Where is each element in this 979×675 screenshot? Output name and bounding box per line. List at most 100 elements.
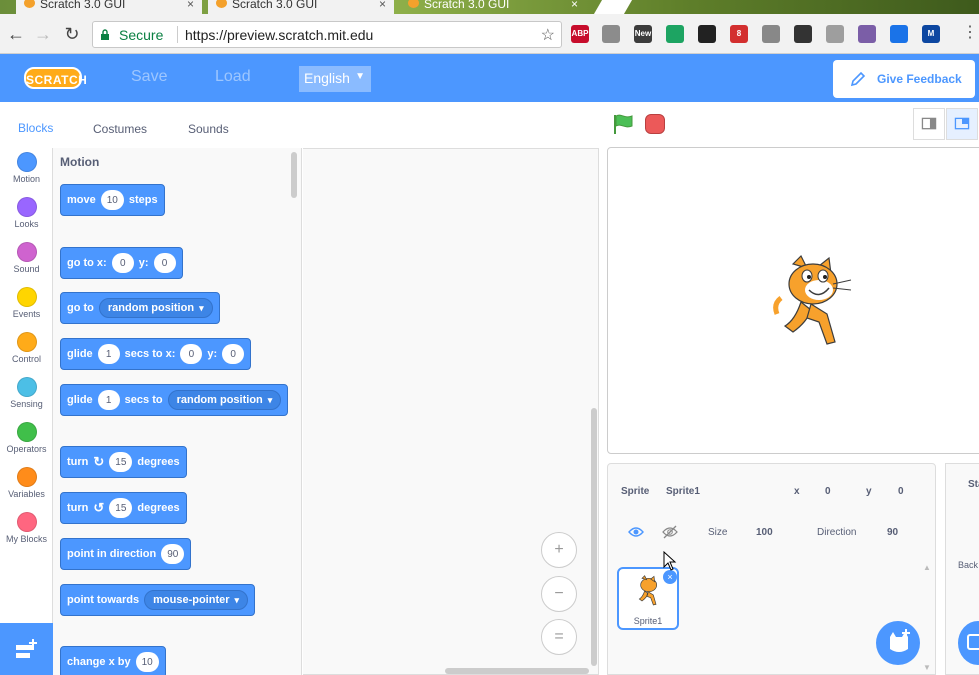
block-input[interactable]: 90 — [161, 544, 185, 564]
new-extension-icon[interactable]: New — [634, 25, 652, 43]
stage[interactable] — [607, 147, 979, 454]
block-input[interactable]: 1 — [97, 344, 120, 364]
hide-sprite-icon[interactable] — [662, 525, 678, 539]
category-sound[interactable]: Sound — [0, 238, 53, 274]
normal-stage-button[interactable] — [946, 108, 978, 140]
stop-icon[interactable] — [645, 114, 665, 134]
turn-left-block[interactable]: turn ↺ 15 degrees — [60, 492, 187, 524]
back-icon[interactable]: ← — [6, 23, 26, 45]
category-color-icon — [16, 377, 37, 397]
chrome-menu-icon[interactable]: ⋮ — [962, 24, 978, 42]
category-events[interactable]: Events — [0, 283, 53, 319]
category-color-icon — [16, 512, 37, 532]
x-field[interactable]: 0 — [825, 486, 831, 497]
eyedropper-icon[interactable] — [858, 25, 876, 43]
go-to-block[interactable]: go to random position — [60, 292, 220, 324]
category-control[interactable]: Control — [0, 328, 53, 364]
address-bar[interactable]: Secure https://preview.scratch.mit.edu ☆ — [92, 21, 562, 48]
palette-scrollbar[interactable] — [291, 152, 297, 198]
new-tab-button[interactable] — [593, 0, 633, 14]
scratch-cat-sprite[interactable] — [771, 254, 857, 350]
react-icon[interactable] — [698, 25, 716, 43]
browser-tab[interactable]: Scratch 3.0 GUI × — [208, 0, 394, 14]
tab-close-icon[interactable]: × — [379, 0, 386, 11]
zoom-in-button[interactable]: + — [541, 532, 577, 568]
gray-circle-icon[interactable] — [762, 25, 780, 43]
tab-blocks[interactable]: Blocks — [18, 121, 53, 135]
scratch-logo[interactable]: SCRATCH — [24, 67, 87, 89]
show-sprite-icon[interactable] — [628, 526, 644, 538]
add-extension-button[interactable] — [0, 623, 53, 675]
reload-icon[interactable]: ↻ — [62, 23, 82, 45]
block-input[interactable]: 0 — [180, 344, 203, 364]
zoom-reset-button[interactable]: = — [541, 619, 577, 655]
block-input[interactable]: 0 — [111, 253, 134, 273]
tab-close-icon[interactable]: × — [571, 0, 578, 11]
give-feedback-button[interactable]: Give Feedback — [833, 60, 975, 98]
save-menu[interactable]: Save — [131, 68, 167, 86]
point-towards-block[interactable]: point towards mouse-pointer — [60, 584, 256, 616]
block-text: glide — [67, 348, 93, 360]
block-input[interactable]: 10 — [100, 190, 124, 210]
green-ring-icon[interactable] — [666, 25, 684, 43]
category-sensing[interactable]: Sensing — [0, 373, 53, 409]
y-field[interactable]: 0 — [898, 486, 904, 497]
half-circle-icon[interactable] — [794, 25, 812, 43]
size-field[interactable]: 100 — [756, 527, 773, 538]
delete-sprite-icon[interactable]: × — [663, 570, 677, 584]
bookmark-star-icon[interactable]: ☆ — [541, 25, 555, 45]
glide-to-block[interactable]: glide 1 secs to random position — [60, 384, 289, 416]
turn-right-block[interactable]: turn ↻ 15 degrees — [60, 446, 187, 478]
zoom-out-button[interactable]: − — [541, 576, 577, 612]
block-dropdown[interactable]: random position — [98, 298, 213, 318]
abp-icon[interactable]: ABP — [571, 25, 589, 43]
block-text: y: — [138, 257, 149, 269]
scroll-up-icon[interactable]: ▲ — [923, 563, 931, 572]
small-stage-button[interactable] — [913, 108, 945, 140]
block-input[interactable]: 10 — [135, 652, 159, 672]
block-input[interactable]: 1 — [97, 390, 120, 410]
scroll-down-icon[interactable]: ▼ — [923, 663, 931, 672]
tab-costumes[interactable]: Costumes — [93, 122, 147, 136]
glide-to-xy-block[interactable]: glide 1 secs to x: 0 y: 0 — [60, 338, 252, 370]
add-backdrop-button[interactable] — [958, 621, 979, 665]
workspace-horizontal-scrollbar[interactable] — [445, 668, 589, 674]
block-dropdown[interactable]: random position — [167, 390, 282, 410]
url-text[interactable]: https://preview.scratch.mit.edu — [185, 27, 373, 43]
sprite-name-field[interactable]: Sprite1 — [666, 486, 700, 497]
category-looks[interactable]: Looks — [0, 193, 53, 229]
load-menu[interactable]: Load — [215, 68, 251, 86]
add-extension-icon — [16, 639, 37, 658]
block-text: secs to — [124, 394, 163, 406]
block-dropdown[interactable]: mouse-pointer — [144, 590, 249, 610]
translate-icon[interactable] — [890, 25, 908, 43]
drive-icon[interactable] — [602, 25, 620, 43]
category-operators[interactable]: Operators — [0, 418, 53, 454]
go-to-xy-block[interactable]: go to x: 0 y: 0 — [60, 247, 183, 279]
category-my-blocks[interactable]: My Blocks — [0, 508, 53, 544]
category-motion[interactable]: Motion — [0, 148, 53, 184]
block-input[interactable]: 0 — [153, 253, 176, 273]
rotate-right-icon: ↻ — [93, 454, 105, 469]
tab-close-icon[interactable]: × — [187, 0, 194, 11]
point-in-direction-block[interactable]: point in direction 90 — [60, 538, 192, 570]
block-input[interactable]: 15 — [109, 452, 133, 472]
move-steps-block[interactable]: move 10 steps — [60, 184, 165, 216]
green-flag-icon[interactable] — [612, 113, 634, 135]
language-select[interactable]: English ▼ — [299, 66, 371, 92]
m-icon[interactable]: M — [922, 25, 940, 43]
browser-tab[interactable]: Scratch 3.0 GUI × — [16, 0, 202, 14]
change-x-block[interactable]: change x by 10 — [60, 646, 166, 675]
category-variables[interactable]: Variables — [0, 463, 53, 499]
tab-title: Scratch 3.0 GUI — [232, 0, 318, 11]
forward-icon[interactable]: → — [33, 23, 53, 45]
direction-field[interactable]: 90 — [887, 527, 898, 538]
workspace-vertical-scrollbar[interactable] — [591, 408, 597, 666]
add-sprite-button[interactable] — [876, 621, 920, 665]
grid-icon[interactable] — [826, 25, 844, 43]
block-input[interactable]: 15 — [109, 498, 133, 518]
tab-sounds[interactable]: Sounds — [188, 122, 229, 136]
counter-icon[interactable]: 8 — [730, 25, 748, 43]
browser-tab-active[interactable]: Scratch 3.0 GUI × — [400, 0, 586, 14]
block-input[interactable]: 0 — [222, 344, 245, 364]
